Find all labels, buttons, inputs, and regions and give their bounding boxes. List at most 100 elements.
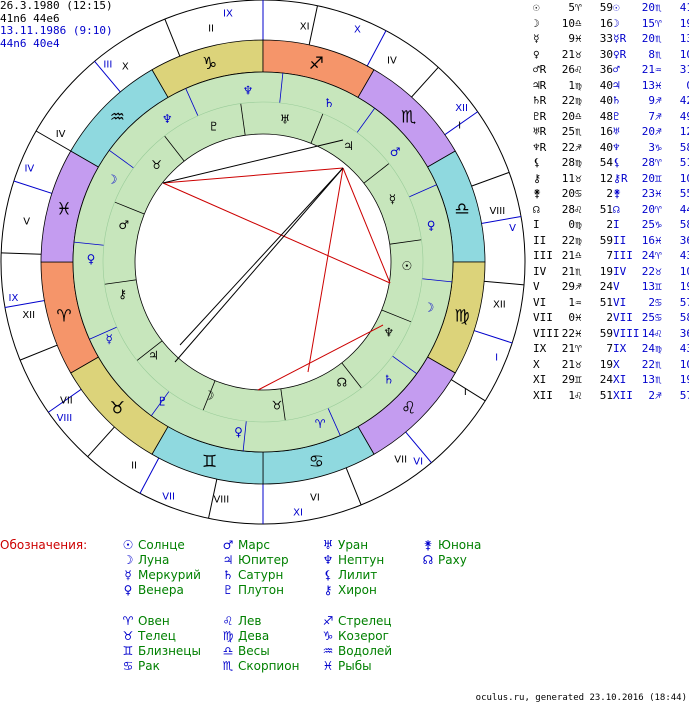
table-cell: 0 <box>568 218 575 231</box>
planet-glyph: ♀ <box>427 219 436 233</box>
table-cell: ☿ <box>533 32 540 45</box>
table-cell: ☊ <box>613 202 620 216</box>
table-cell: 24 <box>599 373 613 386</box>
table-cell: 7 <box>606 342 613 355</box>
table-cell: 0 <box>568 311 575 324</box>
table-cell: 48 <box>599 109 613 123</box>
table-row: VI1♒51VI2♋57 <box>533 295 689 311</box>
house-label: VI <box>310 492 320 503</box>
house-label: V <box>23 216 30 227</box>
table-cell: ♓ <box>655 187 662 200</box>
table-cell: ♉ <box>575 47 582 61</box>
table-cell: III <box>533 249 553 262</box>
table-cell: 58 <box>679 140 689 154</box>
table-cell: 22 <box>561 140 575 154</box>
table-cell: ♉ <box>655 264 662 278</box>
table-cell: ♐ <box>655 125 662 138</box>
table-cell: X <box>613 357 620 371</box>
table-cell: ♐ <box>655 94 662 107</box>
table-cell: ♋ <box>575 187 582 200</box>
table-cell: 20 <box>641 171 655 185</box>
table-cell: ♊ <box>655 171 662 185</box>
legend-sign: ♎ Весы <box>222 644 270 658</box>
house-label-transit: XII <box>455 103 468 114</box>
table-cell: ⚸ <box>533 156 542 169</box>
table-cell: 22 <box>561 94 575 107</box>
house-label: VIII <box>489 206 505 217</box>
table-cell: ☽ <box>533 16 540 30</box>
table-cell: XII <box>613 388 633 402</box>
table-row: ♇R 20♎ 48♇ 7♐ 49 <box>533 109 689 125</box>
table-cell: VI <box>533 295 547 309</box>
table-cell: 15 <box>641 16 655 30</box>
legend-sign: ♊ Близнецы <box>122 644 201 658</box>
table-cell: 10 <box>679 357 689 371</box>
table-cell: 19 <box>679 280 689 293</box>
table-cell: 20 <box>561 187 575 200</box>
table-cell: 19 <box>599 264 613 278</box>
legend-planet: ⚷ Хирон <box>323 583 377 597</box>
table-cell: 22 <box>641 357 655 371</box>
planet-glyph: ♉ <box>272 398 283 412</box>
house-label: VIII <box>213 494 229 505</box>
table-cell: VIII <box>613 326 640 340</box>
planet-glyph: ♆ <box>383 325 394 339</box>
table-cell: 54 <box>599 156 613 169</box>
table-cell: 22 <box>561 326 575 340</box>
table-cell: 13 <box>679 32 689 45</box>
table-cell: ♋ <box>655 295 662 309</box>
house-label: X <box>122 61 129 72</box>
table-cell: ♃ <box>613 78 620 92</box>
table-cell: ♑ <box>655 140 662 154</box>
table-cell: ♋ <box>655 311 662 324</box>
table-cell: ♏ <box>655 1 662 14</box>
table-cell: 30 <box>599 47 613 61</box>
table-cell: ☿R <box>613 32 627 45</box>
zodiac-glyph: ♑ <box>202 54 217 74</box>
house-label-transit: III <box>103 59 112 70</box>
planet-glyph: ☊ <box>337 375 348 389</box>
table-cell: ☉ <box>533 1 540 14</box>
table-cell: ♍ <box>575 94 582 107</box>
table-cell: ♍ <box>575 218 582 231</box>
table-cell: ♍ <box>655 342 662 355</box>
table-cell: 13 <box>641 78 655 92</box>
table-cell: ♓ <box>575 32 582 45</box>
table-cell: ♏ <box>655 373 662 386</box>
table-cell: 25 <box>641 218 655 231</box>
table-cell: 36 <box>679 233 689 247</box>
planet-glyph: ☽ <box>204 389 215 403</box>
table-cell: XI <box>613 373 627 386</box>
table-cell: ♅ <box>613 125 620 138</box>
table-cell: 28 <box>561 202 575 216</box>
table-cell: 36 <box>599 63 613 76</box>
table-row: ⚸28♍54⚸28♈51 <box>533 155 689 171</box>
table-row: XI29♊24XI13♏19 <box>533 372 689 388</box>
table-cell: 21 <box>561 249 575 262</box>
table-cell: 19 <box>599 357 613 371</box>
table-row: ☉5♈59☉20♏41 <box>533 0 689 16</box>
table-cell: 51 <box>679 156 689 169</box>
legend-planet: ☉ Солнце <box>122 538 185 552</box>
table-row: ☊28♌51☊20♈44 <box>533 202 689 218</box>
legend-planet: ♂ Марс <box>222 538 270 552</box>
table-cell: ♊ <box>655 280 662 293</box>
table-row: II22♍59II16♓36 <box>533 233 689 249</box>
table-cell: III <box>613 249 633 262</box>
table-cell: 12 <box>599 171 613 185</box>
planet-glyph: ♂ <box>118 218 129 232</box>
planet-glyph: ♀ <box>87 252 96 266</box>
planet-glyph: ⚷ <box>118 287 127 301</box>
legend-sign: ♋ Рак <box>122 659 160 673</box>
house-label-transit: VII <box>162 492 175 503</box>
table-row: ♀ 21♉ 30♀R 8♏ 10 <box>533 47 689 63</box>
table-cell: 31 <box>679 63 689 76</box>
table-cell: 59 <box>599 233 613 247</box>
table-cell: ♇ <box>613 109 620 123</box>
table-cell: 21 <box>641 63 655 76</box>
table-row: ♂R 26♌ 36♂ 21♒ 31 <box>533 62 689 78</box>
planet-glyph: ♉ <box>151 158 162 172</box>
table-cell: 2 <box>606 311 613 324</box>
table-cell: 2 <box>606 218 613 231</box>
table-cell: ♄R <box>533 94 547 107</box>
